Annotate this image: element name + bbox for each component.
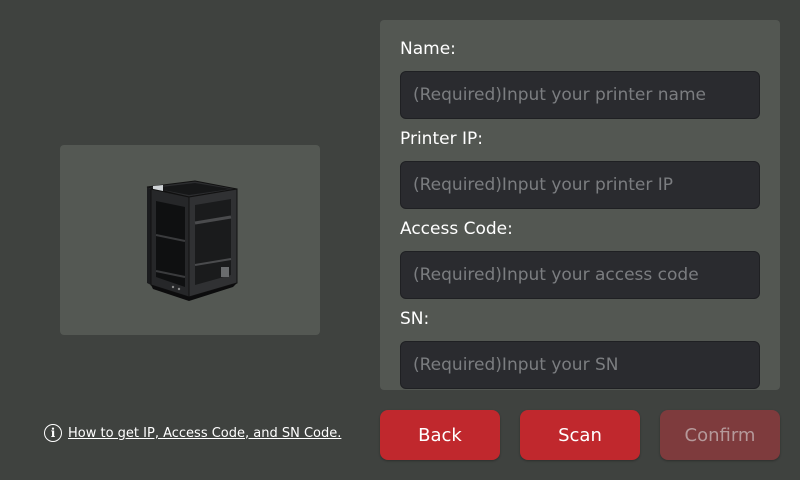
info-icon: i <box>44 424 62 442</box>
help-link-text[interactable]: How to get IP, Access Code, and SN Code. <box>68 426 341 441</box>
printer-ip-label: Printer IP: <box>400 129 483 149</box>
printer-image-card <box>60 145 320 335</box>
name-label: Name: <box>400 39 456 59</box>
back-button[interactable]: Back <box>380 410 500 460</box>
3d-printer-image <box>146 180 238 301</box>
printer-ip-input[interactable] <box>400 161 760 209</box>
access-code-label: Access Code: <box>400 219 513 239</box>
sn-input[interactable] <box>400 341 760 389</box>
confirm-button[interactable]: Confirm <box>660 410 780 460</box>
scan-button[interactable]: Scan <box>520 410 640 460</box>
printer-form-panel: Name: Printer IP: Access Code: SN: <box>380 20 780 390</box>
add-printer-screen: Name: Printer IP: Access Code: SN: i How… <box>0 0 800 480</box>
sn-label: SN: <box>400 309 430 329</box>
access-code-input[interactable] <box>400 251 760 299</box>
help-link[interactable]: i How to get IP, Access Code, and SN Cod… <box>44 424 341 442</box>
printer-name-input[interactable] <box>400 71 760 119</box>
